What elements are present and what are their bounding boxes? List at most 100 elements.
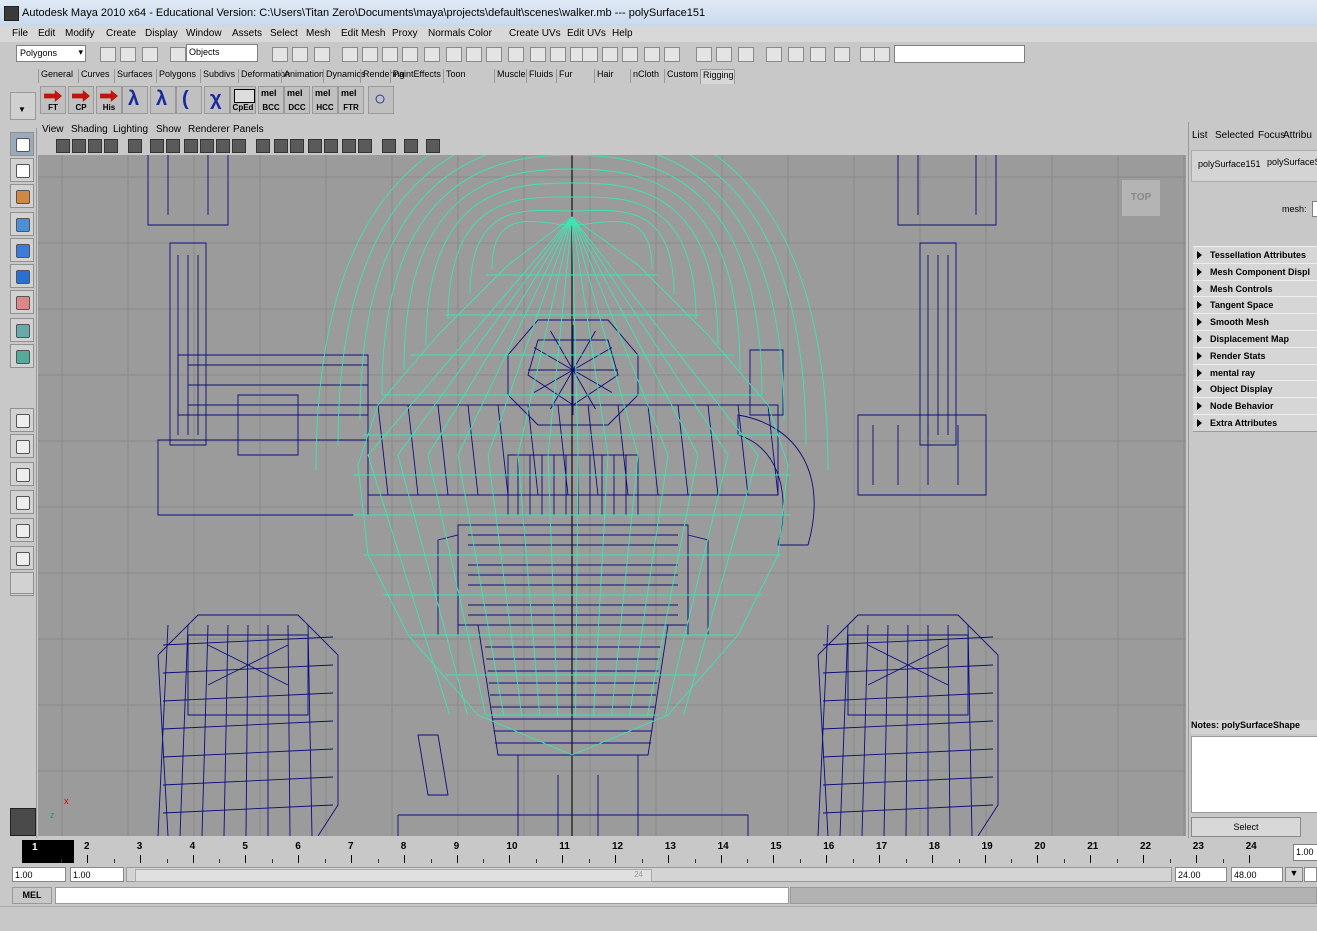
menu-assets[interactable]: Assets	[232, 28, 262, 39]
range-bar-track[interactable]: 24	[126, 867, 1172, 882]
time-slider[interactable]: 1 1.00 2 3 4 5 6 7 8 9 10 11 12 13 14 15 16 17 18 19 20 21 2…	[0, 838, 1317, 868]
section-object-display[interactable]: Object Display	[1193, 380, 1317, 399]
selection-mode-field[interactable]: Objects	[186, 44, 258, 62]
panel-toolbar-icon[interactable]	[184, 139, 198, 153]
mel-language-toggle[interactable]: MEL	[12, 887, 52, 904]
panel-toolbar-icon[interactable]	[290, 139, 304, 153]
status-tool-icon[interactable]	[170, 47, 186, 62]
panel-toolbar-icon[interactable]	[426, 139, 440, 153]
notes-field[interactable]	[1191, 736, 1317, 813]
menu-display[interactable]: Display	[145, 28, 178, 39]
panel-toolbar-icon[interactable]	[358, 139, 372, 153]
shelf-tab-rigging[interactable]: Rigging	[700, 69, 735, 84]
toolbox-more-icon[interactable]	[10, 572, 34, 594]
panel-toolbar-icon[interactable]	[88, 139, 102, 153]
shelf-button-limb-tool[interactable]: χ	[204, 86, 230, 114]
shelf-button-cped[interactable]: CpEd	[230, 86, 256, 114]
menu-help[interactable]: Help	[612, 28, 633, 39]
lasso-tool-icon[interactable]	[10, 158, 34, 182]
status-tool-icon[interactable]	[602, 47, 618, 62]
layout-two-icon[interactable]	[10, 462, 34, 486]
show-manip-icon[interactable]	[10, 344, 34, 368]
status-tool-icon[interactable]	[810, 47, 826, 62]
status-tool-icon[interactable]	[272, 47, 288, 62]
status-tool-icon[interactable]	[738, 47, 754, 62]
section-mental-ray[interactable]: mental ray	[1193, 363, 1317, 382]
menu-file[interactable]: File	[12, 28, 28, 39]
shelf-tab-hair[interactable]: Hair	[594, 69, 614, 83]
shelf-tab-painteffects[interactable]: PaintEffects	[390, 69, 441, 83]
current-frame-marker[interactable]: 1	[22, 840, 74, 863]
panel-toolbar-icon[interactable]	[308, 139, 322, 153]
viewport-top[interactable]: TOP x z	[38, 155, 1186, 836]
status-tool-icon[interactable]	[530, 47, 546, 62]
shelf-tab-muscle[interactable]: Muscle	[494, 69, 526, 83]
character-set-field[interactable]	[1304, 867, 1317, 882]
node-tab-shape[interactable]: polySurfaceSh	[1267, 157, 1317, 167]
shelf-button-ftr[interactable]: mel FTR	[338, 86, 364, 114]
status-tool-icon[interactable]	[716, 47, 732, 62]
panel-menu-renderer[interactable]: Renderer	[188, 124, 230, 135]
shelf-button-ik-spline[interactable]: (	[176, 86, 202, 114]
shelf-button-his[interactable]: His	[96, 86, 122, 114]
rotate-tool-icon[interactable]	[10, 238, 34, 262]
panel-menu-view[interactable]: View	[42, 124, 64, 135]
panel-toolbar-icon[interactable]	[216, 139, 230, 153]
shelf-tab-curves[interactable]: Curves	[78, 69, 110, 83]
status-tool-icon[interactable]	[622, 47, 638, 62]
status-tool-icon[interactable]	[424, 47, 440, 62]
status-tool-icon[interactable]	[292, 47, 308, 62]
soft-mod-icon[interactable]	[10, 318, 34, 342]
view-cube-top[interactable]: TOP	[1121, 179, 1161, 217]
universal-manip-icon[interactable]	[10, 290, 34, 314]
shelf-tab-subdivs[interactable]: Subdivs	[200, 69, 235, 83]
mesh-name-field[interactable]	[1312, 201, 1317, 217]
status-tool-icon[interactable]	[550, 47, 566, 62]
quick-select-input[interactable]	[894, 45, 1025, 63]
status-tool-icon[interactable]	[696, 47, 712, 62]
select-tool-icon[interactable]	[10, 132, 34, 156]
status-tool-icon[interactable]	[342, 47, 358, 62]
section-tessellation-attributes[interactable]: Tessellation Attributes	[1193, 246, 1317, 264]
attr-menu-list[interactable]: List	[1192, 130, 1208, 141]
menu-edit[interactable]: Edit	[38, 28, 55, 39]
shelf-button-bcc[interactable]: mel BCC	[258, 86, 284, 114]
panel-toolbar-icon[interactable]	[128, 139, 142, 153]
status-tool-icon[interactable]	[582, 47, 598, 62]
shelf-menu-button[interactable]: ▼	[10, 92, 36, 120]
panel-toolbar-icon[interactable]	[200, 139, 214, 153]
status-tool-icon[interactable]	[120, 47, 136, 62]
select-button[interactable]: Select	[1191, 817, 1301, 837]
panel-toolbar-icon[interactable]	[104, 139, 118, 153]
panel-toolbar-icon[interactable]	[166, 139, 180, 153]
shelf-button-dcc[interactable]: mel DCC	[284, 86, 310, 114]
status-tool-icon[interactable]	[664, 47, 680, 62]
section-render-stats[interactable]: Render Stats	[1193, 346, 1317, 365]
menu-mesh[interactable]: Mesh	[306, 28, 330, 39]
status-tool-icon[interactable]	[644, 47, 660, 62]
status-tool-icon[interactable]	[766, 47, 782, 62]
section-node-behavior[interactable]: Node Behavior	[1193, 397, 1317, 416]
section-extra-attributes[interactable]: Extra Attributes	[1193, 414, 1317, 432]
status-tool-icon[interactable]	[362, 47, 378, 62]
layout-graph-icon[interactable]	[10, 546, 34, 570]
menu-create[interactable]: Create	[106, 28, 136, 39]
panel-menu-lighting[interactable]: Lighting	[113, 124, 148, 135]
attr-menu-selected[interactable]: Selected	[1215, 130, 1254, 141]
status-tool-icon[interactable]	[834, 47, 850, 62]
panel-toolbar-icon[interactable]	[342, 139, 356, 153]
panel-menu-shading[interactable]: Shading	[71, 124, 108, 135]
shelf-button-joint-tool[interactable]: λ	[122, 86, 148, 114]
section-mesh-controls[interactable]: Mesh Controls	[1193, 279, 1317, 298]
shelf-tab-fluids[interactable]: Fluids	[526, 69, 553, 83]
shelf-button-circle[interactable]: ○	[368, 86, 394, 114]
shelf-button-ik-handle[interactable]: λ	[150, 86, 176, 114]
status-tool-icon[interactable]	[466, 47, 482, 62]
panel-menu-show[interactable]: Show	[156, 124, 181, 135]
status-tool-icon[interactable]	[446, 47, 462, 62]
menu-window[interactable]: Window	[186, 28, 222, 39]
panel-toolbar-icon[interactable]	[382, 139, 396, 153]
menu-proxy[interactable]: Proxy	[392, 28, 418, 39]
shelf-tab-animation[interactable]: Animation	[281, 69, 324, 83]
panel-toolbar-icon[interactable]	[274, 139, 288, 153]
